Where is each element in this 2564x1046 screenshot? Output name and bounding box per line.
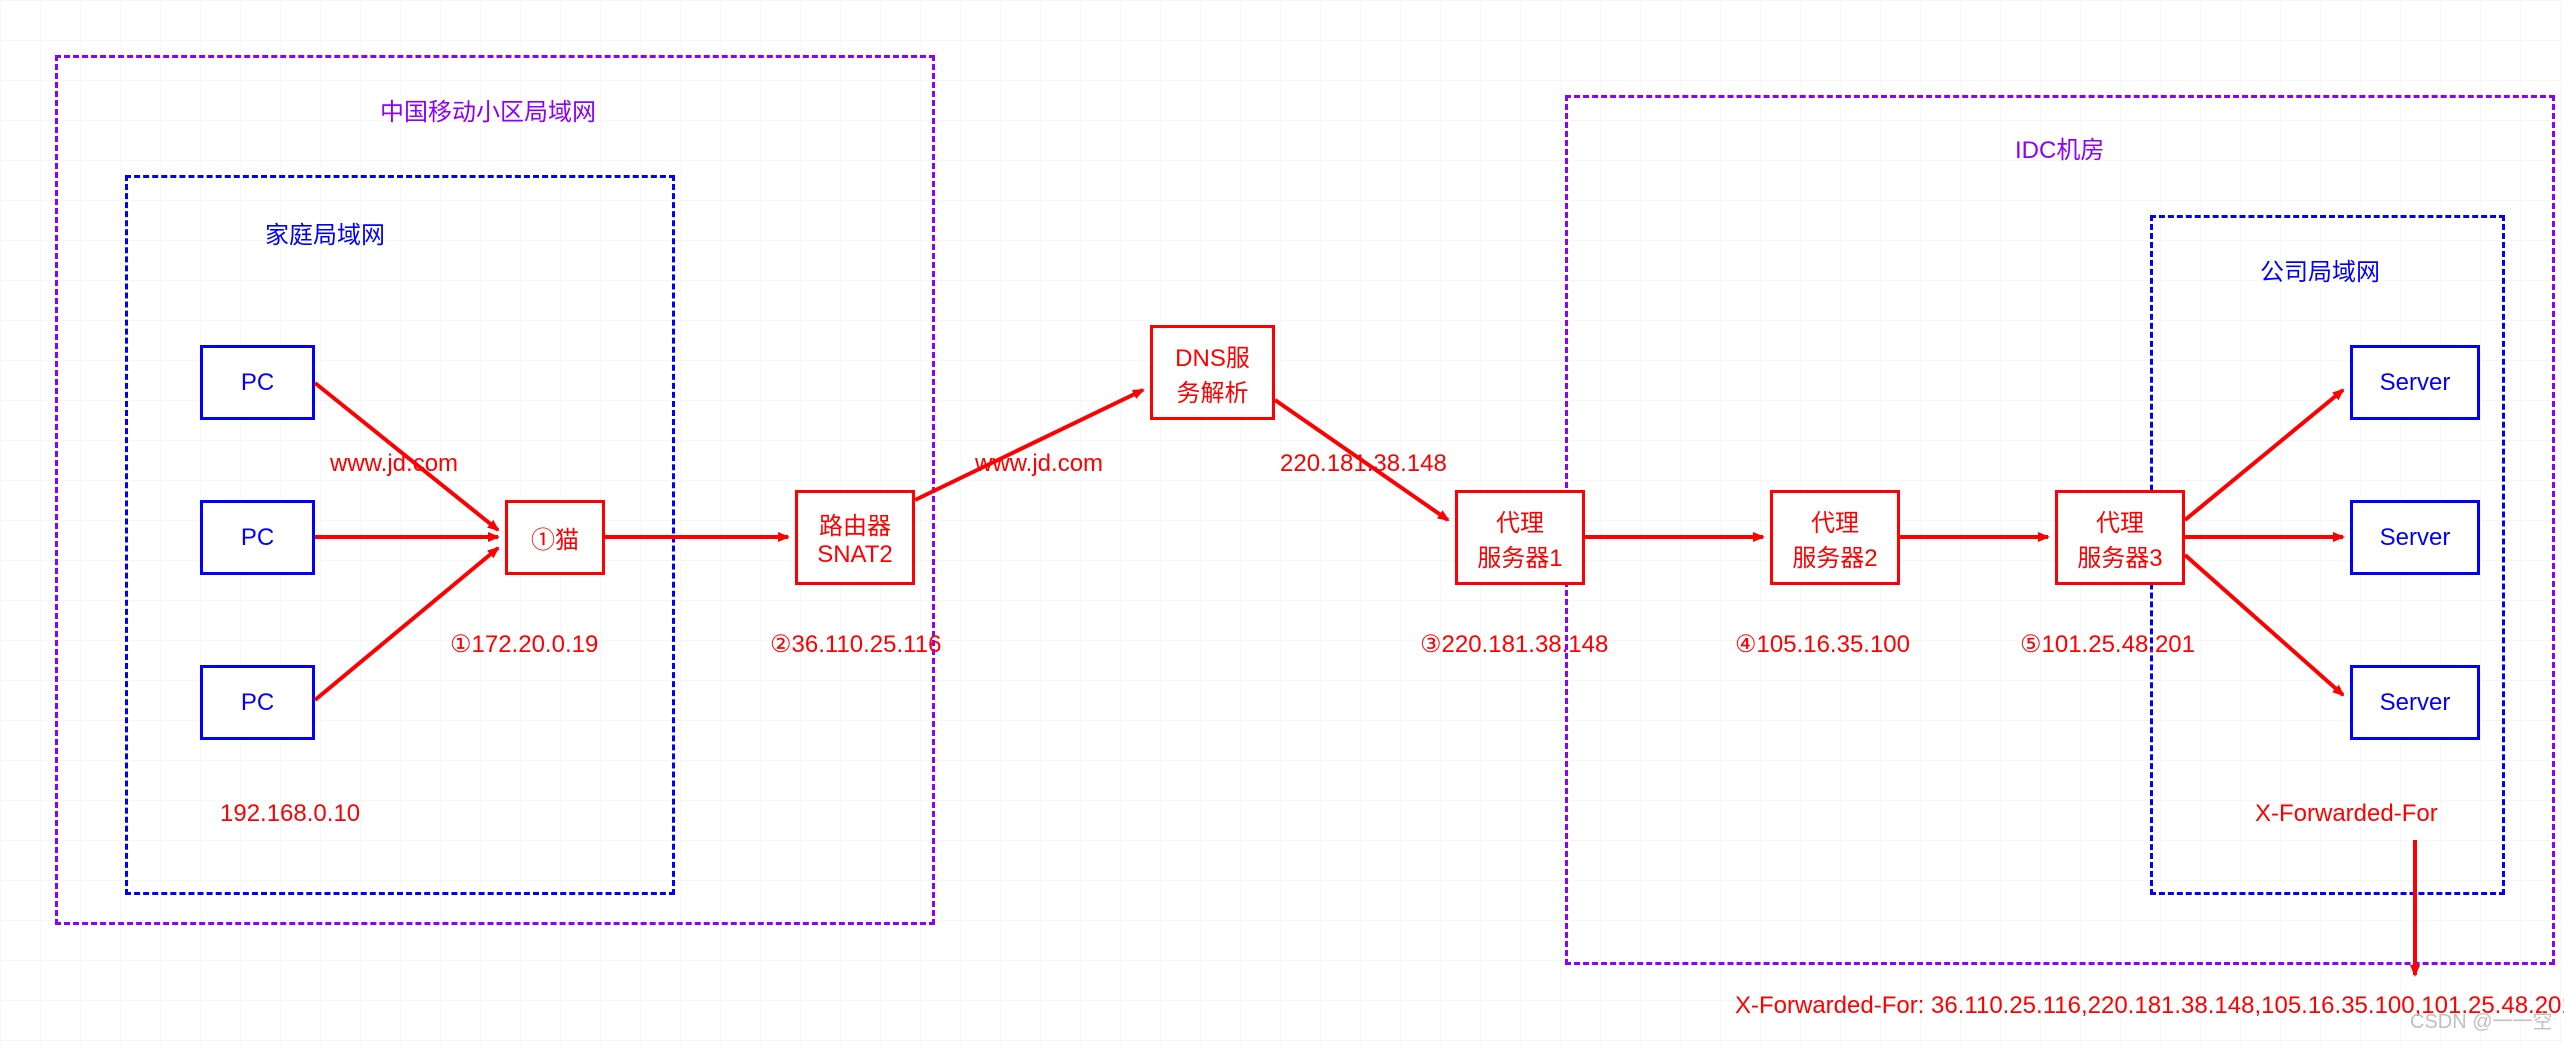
node-server3: Server <box>2350 665 2480 740</box>
node-pc3: PC <box>200 665 315 740</box>
title-isp-lan: 中国移动小区局域网 <box>380 92 596 127</box>
node-dns: DNS服务解析 <box>1150 325 1275 420</box>
label-ip1: ①172.20.0.19 <box>450 630 598 659</box>
node-pc2: PC <box>200 500 315 575</box>
label-ip5: ⑤101.25.48.201 <box>2020 630 2195 659</box>
label-url2: www.jd.com <box>975 450 1103 478</box>
label-dns-out: 220.181.38.148 <box>1280 450 1447 478</box>
label-url1: www.jd.com <box>330 450 458 478</box>
node-modem: ①猫 <box>505 500 605 575</box>
node-router: 路由器SNAT2 <box>795 490 915 585</box>
node-pc1: PC <box>200 345 315 420</box>
title-home-lan: 家庭局域网 <box>265 215 385 250</box>
title-company-lan: 公司局域网 <box>2260 252 2380 287</box>
label-ip-pc: 192.168.0.10 <box>220 800 360 828</box>
label-ip2: ②36.110.25.116 <box>770 630 941 659</box>
node-proxy2: 代理服务器2 <box>1770 490 1900 585</box>
title-idc: IDC机房 <box>2015 130 2104 165</box>
node-server2: Server <box>2350 500 2480 575</box>
node-server1: Server <box>2350 345 2480 420</box>
label-ip4: ④105.16.35.100 <box>1735 630 1910 659</box>
label-xff: X-Forwarded-For <box>2255 800 2438 828</box>
watermark: CSDN @一一空 <box>2410 1005 2553 1034</box>
label-ip3: ③220.181.38.148 <box>1420 630 1608 659</box>
node-proxy1: 代理服务器1 <box>1455 490 1585 585</box>
node-proxy3: 代理服务器3 <box>2055 490 2185 585</box>
